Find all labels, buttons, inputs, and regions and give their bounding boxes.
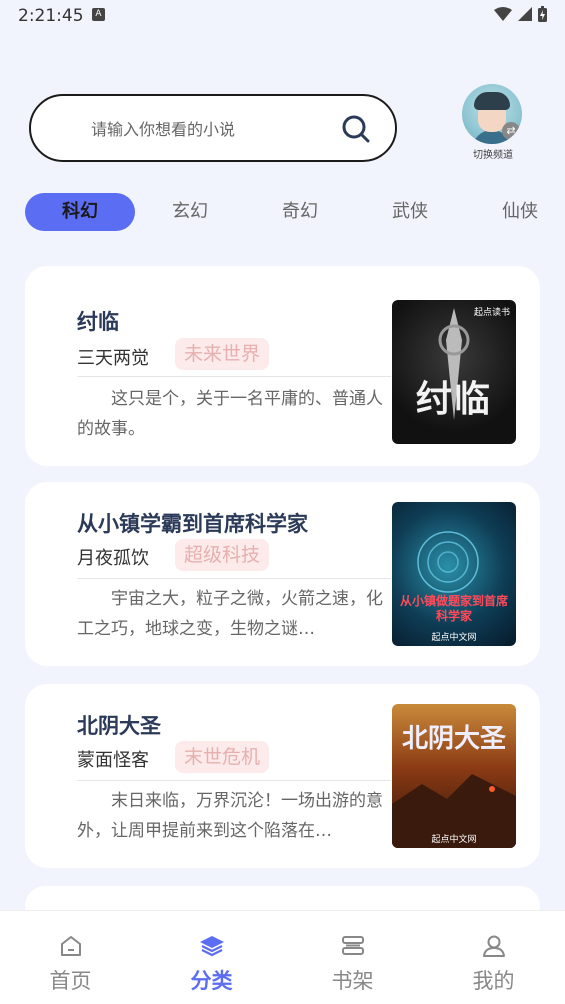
book-title: 纣临: [77, 310, 119, 334]
divider: [77, 376, 391, 377]
nav-label: 我的: [472, 969, 515, 993]
avatar[interactable]: ⇄: [462, 84, 522, 144]
swap-icon: ⇄: [502, 122, 520, 140]
channel-label: 切换频道: [473, 150, 513, 161]
tab-xuanhuan[interactable]: 玄幻: [135, 193, 245, 231]
cover-publisher: 起点读书: [473, 308, 510, 318]
book-author: 三天两觉: [77, 348, 149, 369]
book-title: 从小镇学霸到首席科学家: [77, 512, 308, 536]
nav-home[interactable]: 首页: [0, 911, 141, 1004]
signal-icon: [518, 7, 532, 21]
cover-title: 北阴大圣: [401, 724, 506, 754]
user-icon: [483, 935, 505, 957]
book-tag: 超级科技: [175, 539, 270, 571]
notification-icon: A: [92, 8, 105, 21]
book-tag: 未来世界: [175, 338, 270, 370]
nav-label: 分类: [190, 969, 233, 993]
tab-fantasy[interactable]: 奇幻: [245, 193, 355, 231]
tab-wuxia[interactable]: 武侠: [355, 193, 465, 231]
cover-fingerprint: [417, 531, 479, 593]
search-input[interactable]: [91, 114, 331, 144]
channel-switcher[interactable]: ⇄ 切换频道: [462, 84, 524, 161]
status-bar: 2:21:45 A: [0, 0, 565, 34]
nav-category[interactable]: 分类: [141, 911, 282, 1004]
book-cover[interactable]: 从小镇做题家到首席科学家 起点中文网: [392, 502, 516, 646]
cover-title: 纣临: [415, 378, 492, 420]
bookshelf-icon: [342, 936, 364, 955]
category-tabs: 科幻 玄幻 奇幻 武侠 仙侠: [25, 193, 565, 231]
book-tag: 末世危机: [175, 741, 270, 773]
search-icon[interactable]: [341, 114, 371, 144]
book-card[interactable]: 纣临 三天两觉 未来世界 这只是个，关于一名平庸的、普通人的故事。 起点读书 纣…: [25, 266, 540, 466]
cover-publisher: 起点中文网: [431, 835, 477, 845]
divider: [77, 780, 391, 781]
book-cover[interactable]: 起点读书 纣临: [392, 300, 516, 444]
wifi-icon: [494, 7, 512, 21]
nav-bookshelf[interactable]: 书架: [282, 911, 423, 1004]
tab-scifi[interactable]: 科幻: [25, 193, 135, 231]
layers-icon: [200, 936, 224, 957]
book-description: 宇宙之大，粒子之微，火箭之速，化工之巧，地球之变，生物之谜…: [77, 589, 383, 639]
home-icon: [61, 936, 81, 956]
tab-xianxia[interactable]: 仙侠: [465, 193, 565, 231]
book-title: 北阴大圣: [77, 714, 161, 738]
cover-publisher: 起点中文网: [431, 633, 477, 643]
battery-icon: [538, 6, 547, 22]
search-bar[interactable]: [29, 94, 397, 162]
avatar-hair: [474, 92, 510, 110]
book-cover[interactable]: 北阴大圣 起点中文网: [392, 704, 516, 848]
bottom-nav: 首页 分类 书架 我的: [0, 910, 565, 1004]
status-icons: [494, 6, 547, 22]
nav-profile[interactable]: 我的: [423, 911, 564, 1004]
book-author: 蒙面怪客: [77, 750, 149, 771]
book-description: 末日来临，万界沉沦！一场出游的意外，让周甲提前来到这个陷落在…: [77, 791, 383, 841]
nav-label: 书架: [331, 969, 374, 993]
book-author: 月夜孤饮: [77, 548, 149, 569]
book-description: 这只是个，关于一名平庸的、普通人的故事。: [77, 389, 383, 439]
book-card[interactable]: 从小镇学霸到首席科学家 月夜孤饮 超级科技 宇宙之大，粒子之微，火箭之速，化工之…: [25, 482, 540, 666]
nav-label: 首页: [49, 969, 92, 993]
status-time: 2:21:45: [18, 6, 84, 26]
divider: [77, 578, 391, 579]
cover-title: 从小镇做题家到首席科学家: [399, 594, 508, 623]
book-card[interactable]: 北阴大圣 蒙面怪客 末世危机 末日来临，万界沉沦！一场出游的意外，让周甲提前来到…: [25, 684, 540, 868]
